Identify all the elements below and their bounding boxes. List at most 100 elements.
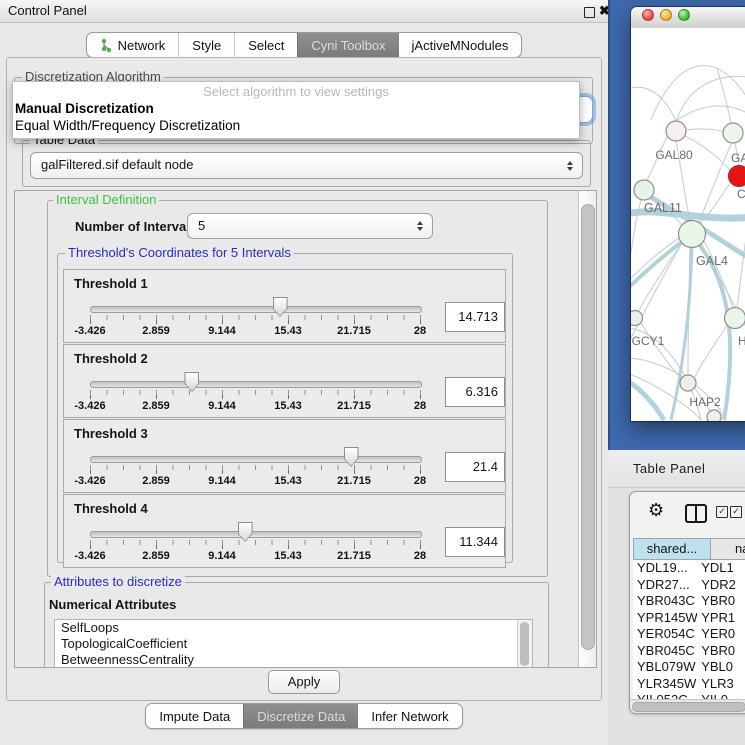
node[interactable] — [723, 123, 743, 143]
table-panel: Table Panel ⚙ ✓ ✓ shared... na YDL19...Y… — [608, 450, 745, 745]
float-window-icon[interactable] — [584, 7, 595, 18]
tick-label: -3.426 — [74, 325, 105, 337]
threshold-3-value-field[interactable]: 21.4 — [445, 452, 505, 482]
attributes-list: SelfLoops TopologicalCoefficient Between… — [54, 619, 533, 668]
number-of-intervals-combobox[interactable]: 5 — [187, 213, 433, 239]
threshold-1-slider-thumb[interactable] — [273, 297, 288, 317]
table-row[interactable]: YPR145WYPR1 — [633, 610, 745, 627]
threshold-2-slider-thumb[interactable] — [184, 372, 199, 392]
tab-discretize-data[interactable]: Discretize Data — [243, 704, 358, 728]
scrollbar-thumb[interactable] — [632, 702, 745, 712]
interval-definition-title: Interval Definition — [53, 193, 159, 207]
number-of-intervals-label: Number of Intervals — [75, 219, 197, 234]
node-selected-red[interactable] — [729, 166, 745, 187]
apply-button[interactable]: Apply — [268, 670, 340, 694]
algorithm-dropdown-popup: Select algorithm to view settings Manual… — [12, 81, 580, 139]
node-label: GAL80 — [655, 148, 693, 162]
mac-close-button[interactable] — [642, 9, 654, 21]
threshold-2-box: Threshold 2 -3.426 2.859 9.144 15.43 21.… — [63, 344, 506, 418]
tick-label: 9.144 — [208, 400, 236, 412]
table-row[interactable]: YLR345WYLR3 — [633, 676, 745, 693]
table-data-combobox[interactable]: galFiltered.sif default node — [30, 152, 583, 179]
list-item[interactable]: TopologicalCoefficient — [55, 636, 532, 652]
threshold-1-value-field[interactable]: 14.713 — [445, 302, 505, 332]
mac-zoom-button[interactable] — [678, 9, 690, 21]
node-gal4[interactable] — [679, 221, 706, 248]
tick-label: 15.43 — [274, 475, 302, 487]
control-panel-tabs: Network Style Select Cyni Toolbox jActiv… — [0, 32, 608, 58]
node-label: HAP2 — [689, 395, 721, 409]
tab-cyni-toolbox[interactable]: Cyni Toolbox — [297, 33, 398, 57]
tick-label: 2.859 — [142, 475, 170, 487]
dropdown-option-manual-discretization[interactable]: Manual Discretization — [15, 101, 154, 116]
threshold-coordinates-title: Threshold's Coordinates for 5 Intervals — [65, 246, 294, 260]
combobox-spinner-icon — [417, 221, 423, 231]
node-label: GA — [731, 151, 745, 165]
tab-impute-data[interactable]: Impute Data — [146, 704, 243, 728]
table-row[interactable]: YIL052CYIL0 — [633, 692, 745, 699]
list-scrollbar[interactable] — [517, 620, 532, 668]
network-view-window[interactable]: GAL80 GA C GAL11 GAL4 GCY1 H HAP2 — [631, 7, 745, 421]
tick-label: 28 — [414, 400, 426, 412]
tick-label: 28 — [414, 325, 426, 337]
node-hap2[interactable] — [680, 375, 696, 391]
application-window: Control Panel ✖ Network Style Select Cyn… — [0, 0, 745, 745]
node-gal80[interactable] — [666, 121, 686, 141]
numerical-attributes-label: Numerical Attributes — [49, 597, 176, 612]
tick-label: 2.859 — [142, 400, 170, 412]
tab-style[interactable]: Style — [178, 33, 234, 57]
threshold-3-slider-thumb[interactable] — [344, 447, 359, 467]
tab-jactivemnodules[interactable]: jActiveMNodules — [399, 33, 522, 57]
network-canvas[interactable]: GAL80 GA C GAL11 GAL4 GCY1 H HAP2 — [631, 28, 745, 421]
table-horizontal-scrollbar[interactable] — [630, 699, 745, 713]
cytoscape-desktop: GAL80 GA C GAL11 GAL4 GCY1 H HAP2 — [608, 0, 745, 450]
threshold-4-value-field[interactable]: 11.344 — [445, 527, 505, 557]
threshold-4-slider-thumb[interactable] — [238, 522, 253, 542]
node-gal11[interactable] — [634, 180, 654, 200]
checked-box-icon[interactable]: ✓ — [730, 506, 742, 518]
table-panel-titlebar: Table Panel — [608, 450, 745, 488]
table-rows: YDL19...YDL1 YDR27...YDR2 YBR043CYBR0 YP… — [633, 560, 745, 699]
tick-label: 15.43 — [274, 550, 302, 562]
threshold-3-box: Threshold 3 -3.426 2.859 9.144 15.43 21.… — [63, 419, 506, 493]
column-header-shared-name[interactable]: shared... — [633, 538, 711, 560]
node-gcy1[interactable] — [631, 311, 643, 326]
table-row[interactable]: YDR27...YDR2 — [633, 577, 745, 594]
tick-label: 28 — [414, 475, 426, 487]
attributes-group-title: Attributes to discretize — [51, 575, 185, 589]
table-row[interactable]: YDL19...YDL1 — [633, 560, 745, 577]
checked-box-icon[interactable]: ✓ — [716, 506, 728, 518]
number-of-intervals-value: 5 — [198, 218, 205, 233]
tab-network[interactable]: Network — [87, 33, 179, 57]
settings-scroll-area: Interval Definition Number of Intervals … — [14, 190, 597, 668]
node-label: H — [738, 334, 745, 348]
tick-label: 2.859 — [142, 325, 170, 337]
table-row[interactable]: YBR043CYBR0 — [633, 593, 745, 610]
table-panel-title: Table Panel — [633, 461, 705, 476]
cyni-bottom-tabs: Impute Data Discretize Data Infer Networ… — [0, 703, 608, 729]
table-row[interactable]: YBR045CYBR0 — [633, 643, 745, 660]
node-label: GAL4 — [696, 254, 728, 268]
node[interactable] — [707, 410, 721, 421]
scrollbar-thumb[interactable] — [581, 204, 595, 650]
list-item[interactable]: BetweennessCentrality — [55, 652, 532, 668]
network-window-titlebar[interactable] — [631, 7, 745, 29]
gear-icon[interactable]: ⚙ — [648, 500, 664, 521]
mac-minimize-button[interactable] — [660, 9, 672, 21]
threshold-2-value-field[interactable]: 6.316 — [445, 377, 505, 407]
tick-label: 15.43 — [274, 325, 302, 337]
threshold-1-box: Threshold 1 -3.426 2.859 9.144 15.43 21.… — [63, 269, 506, 343]
settings-vertical-scrollbar[interactable] — [578, 191, 596, 667]
list-item[interactable]: SelfLoops — [55, 620, 532, 636]
column-header-name[interactable]: na — [711, 538, 745, 560]
dropdown-option-equal-width-frequency[interactable]: Equal Width/Frequency Discretization — [15, 118, 240, 133]
node-label: GAL11 — [644, 201, 682, 215]
dropdown-placeholder-option[interactable]: Select algorithm to view settings — [13, 84, 579, 99]
tick-label: -3.426 — [74, 400, 105, 412]
table-row[interactable]: YER054CYER0 — [633, 626, 745, 643]
node[interactable] — [725, 308, 745, 329]
split-columns-icon[interactable] — [685, 504, 707, 523]
table-row[interactable]: YBL079WYBL0 — [633, 659, 745, 676]
tab-infer-network[interactable]: Infer Network — [358, 704, 461, 728]
tab-select[interactable]: Select — [234, 33, 297, 57]
